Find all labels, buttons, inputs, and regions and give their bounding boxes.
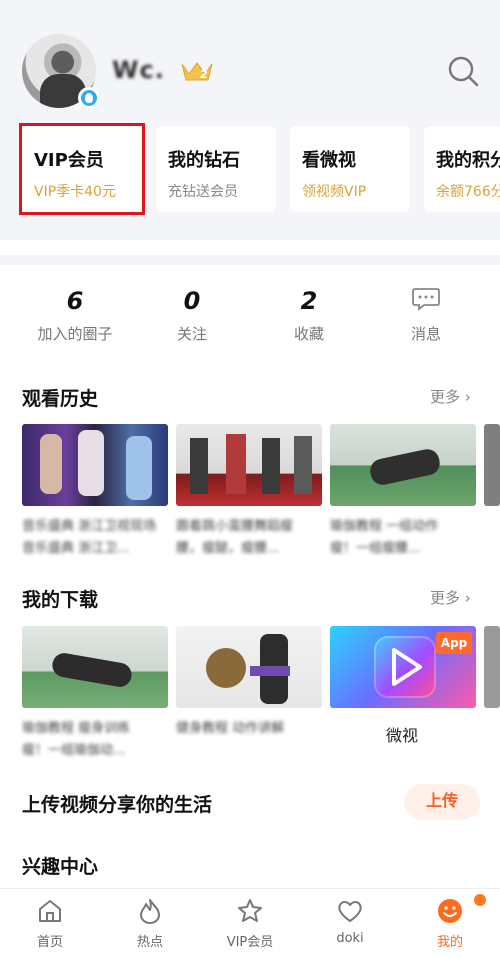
- stat-messages[interactable]: 消息: [376, 287, 476, 344]
- caption-line: 腰，瘦腿，瘦腰...: [176, 541, 280, 556]
- history-caption[interactable]: 跟着跳小蛮腰舞蹈瘦 腰，瘦腿，瘦腰...: [176, 516, 322, 560]
- stat-label: 加入的圈子: [37, 325, 113, 343]
- vip-level-badge-icon[interactable]: 2: [180, 60, 214, 82]
- tab-mine[interactable]: 我的: [400, 897, 500, 950]
- bottom-tab-bar: 首页 热点 VIP会员 doki 我的: [0, 888, 500, 958]
- caption-line: 瘦！一组瑜伽动...: [22, 743, 126, 758]
- tab-label: 我的: [436, 935, 463, 950]
- download-caption[interactable]: 瑜伽教程 瘦身训练 瘦！一组瑜伽动...: [22, 718, 168, 762]
- tab-label: VIP会员: [226, 935, 274, 950]
- upload-row: 上传视频分享你的生活 上传: [0, 780, 500, 824]
- stat-value: 6: [66, 287, 84, 315]
- tab-label: doki: [336, 931, 364, 946]
- feature-cards: VIP会员 VIP季卡40元 我的钻石 充钻送会员 看微视 领视频VIP 我的积…: [19, 123, 500, 216]
- history-title: 观看历史: [22, 388, 99, 410]
- tab-vip[interactable]: VIP会员: [200, 897, 300, 950]
- more-label: 更多: [430, 589, 461, 607]
- vip-member-card[interactable]: VIP会员 VIP季卡40元: [19, 123, 145, 215]
- chevron-right-icon: ›: [460, 589, 471, 607]
- caption-line: 健身教程 动作讲解: [176, 721, 285, 736]
- stat-joined-circles[interactable]: 6 加入的圈子: [25, 287, 125, 344]
- card-title: 我的积分: [436, 150, 500, 171]
- verified-badge-icon: [78, 87, 100, 109]
- card-title: 看微视: [302, 150, 356, 171]
- message-icon: [376, 287, 476, 317]
- my-points-card[interactable]: 我的积分 余额766分: [424, 126, 500, 212]
- tab-label: 热点: [136, 935, 163, 950]
- caption-line: 瘦！一组瘦腰...: [330, 541, 421, 556]
- caption-line: 跟着跳小蛮腰舞蹈瘦: [176, 519, 294, 534]
- caption-line: 瑜伽教程 一组动作: [330, 519, 439, 534]
- downloads-title: 我的下载: [22, 589, 99, 611]
- card-subtitle: 充钻送会员: [168, 184, 238, 200]
- card-title: 我的钻石: [168, 150, 240, 171]
- card-subtitle: 余额766分: [436, 184, 500, 200]
- history-thumbnail[interactable]: [484, 424, 500, 506]
- stats-row: 6 加入的圈子 0 关注 2 收藏 消息: [0, 255, 500, 345]
- history-thumbnail[interactable]: [22, 424, 168, 506]
- more-label: 更多: [430, 388, 461, 406]
- stat-favorites[interactable]: 2 收藏: [259, 287, 359, 344]
- caption-line: 瑜伽教程 瘦身训练: [22, 721, 131, 736]
- vip-crown-icon: [238, 899, 262, 922]
- notification-dot: [474, 894, 486, 906]
- play-icon: [392, 648, 422, 686]
- stat-label: 消息: [410, 325, 441, 343]
- search-icon[interactable]: [446, 54, 480, 88]
- history-more-link[interactable]: 更多 ›: [430, 386, 471, 407]
- tab-label: 首页: [36, 935, 63, 950]
- history-thumbnail[interactable]: [176, 424, 322, 506]
- app-tag-badge: App: [436, 632, 472, 654]
- weishi-app-name[interactable]: 微视: [386, 722, 418, 746]
- tab-home[interactable]: 首页: [0, 897, 100, 950]
- caption-line: 音乐盛典 浙江卫视现场: [22, 519, 157, 534]
- downloads-list: 瑜伽教程 瘦身训练 瘦！一组瑜伽动... 健身教程 动作讲解: [22, 626, 500, 766]
- stat-value: 2: [300, 287, 318, 315]
- chevron-right-icon: ›: [460, 388, 471, 406]
- smiley-icon: [438, 899, 462, 923]
- stat-label: 收藏: [293, 325, 324, 343]
- stat-following[interactable]: 0 关注: [142, 287, 242, 344]
- stat-value: 0: [183, 287, 201, 315]
- card-subtitle: VIP季卡40元: [34, 184, 116, 200]
- history-list: 音乐盛典 浙江卫视现场 音乐盛典 浙江卫... 跟着跳小蛮腰舞蹈瘦 腰，瘦腿，瘦…: [22, 424, 500, 564]
- download-caption[interactable]: 健身教程 动作讲解: [176, 718, 322, 740]
- watch-weishi-card[interactable]: 看微视 领视频VIP: [290, 126, 410, 212]
- history-thumbnail[interactable]: [330, 424, 476, 506]
- history-caption[interactable]: 音乐盛典 浙江卫视现场 音乐盛典 浙江卫...: [22, 516, 168, 560]
- card-title: VIP会员: [34, 150, 104, 171]
- card-subtitle: 领视频VIP: [302, 184, 367, 200]
- home-icon: [39, 900, 61, 922]
- tab-hot[interactable]: 热点: [100, 897, 200, 950]
- interest-center-title: 兴趣中心: [22, 856, 99, 878]
- upload-title: 上传视频分享你的生活: [22, 794, 213, 816]
- download-thumbnail[interactable]: [176, 626, 322, 708]
- vip-level-text: 2: [200, 68, 208, 81]
- flame-icon: [140, 899, 160, 924]
- stat-label: 关注: [176, 325, 207, 343]
- my-diamonds-card[interactable]: 我的钻石 充钻送会员: [156, 126, 276, 212]
- download-thumbnail[interactable]: [22, 626, 168, 708]
- tab-doki[interactable]: doki: [300, 897, 400, 946]
- profile-header: Wc. 2 VIP会员 VIP季卡40元 我的钻石 充钻送会员 看微视 领视频V…: [0, 0, 500, 240]
- download-thumbnail[interactable]: [484, 626, 500, 708]
- history-caption[interactable]: 瑜伽教程 一组动作 瘦！一组瘦腰...: [330, 516, 476, 560]
- doki-heart-icon: [338, 901, 362, 922]
- upload-button[interactable]: 上传: [404, 784, 480, 820]
- downloads-more-link[interactable]: 更多 ›: [430, 587, 471, 608]
- username[interactable]: Wc.: [112, 56, 165, 84]
- caption-line: 音乐盛典 浙江卫...: [22, 541, 130, 556]
